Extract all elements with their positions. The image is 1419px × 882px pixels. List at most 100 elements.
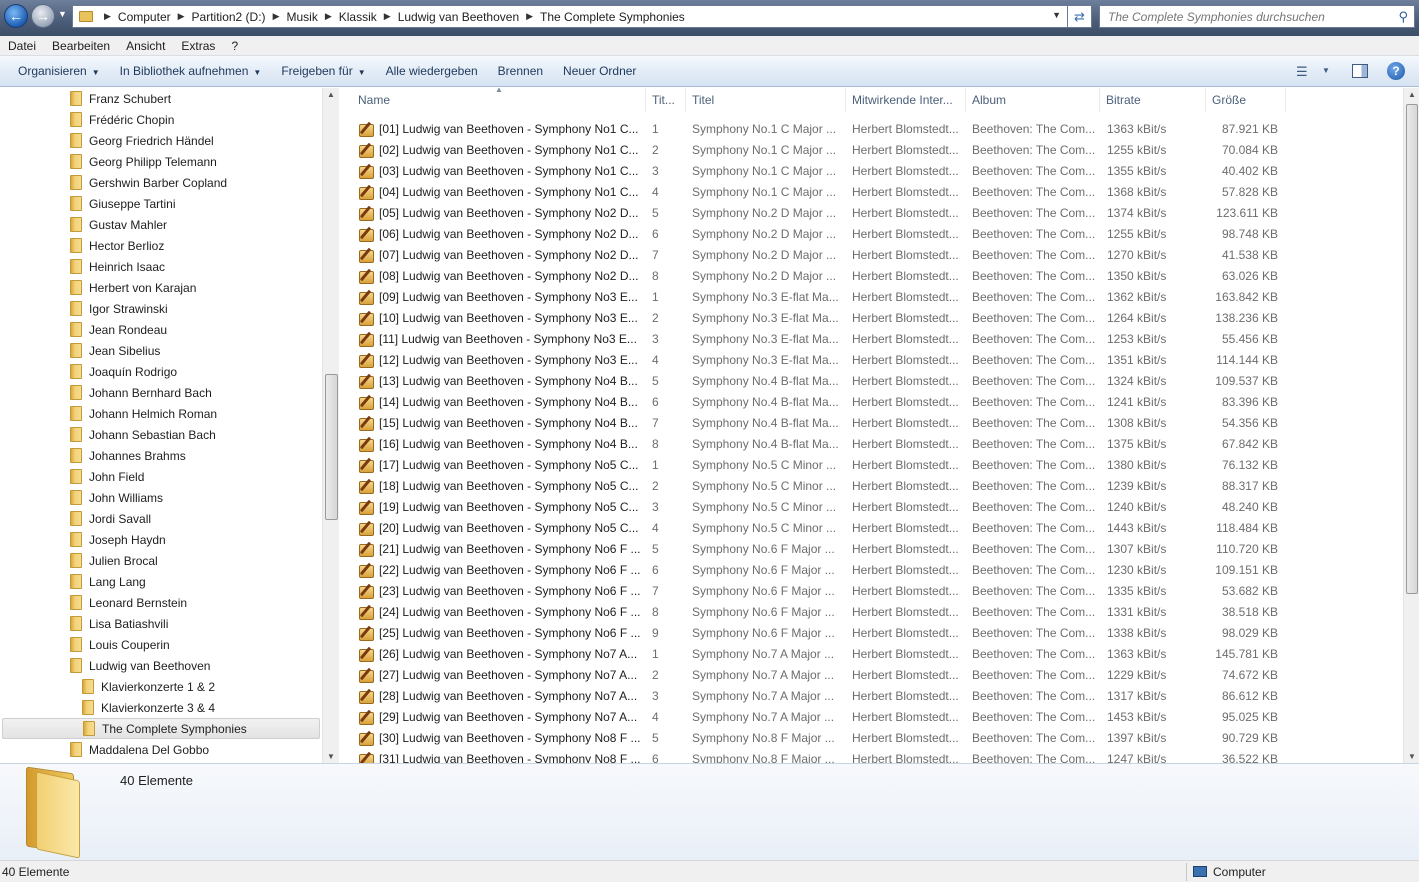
- help-icon[interactable]: ?: [1387, 62, 1405, 80]
- table-row[interactable]: [28] Ludwig van Beethoven - Symphony No7…: [340, 685, 1403, 706]
- scroll-down-arrow[interactable]: ▼: [327, 752, 335, 761]
- recent-pages-dropdown[interactable]: ▼: [58, 9, 67, 19]
- tree-item[interactable]: Lang Lang: [70, 571, 146, 592]
- table-row[interactable]: [03] Ludwig van Beethoven - Symphony No1…: [340, 160, 1403, 181]
- tree-item[interactable]: Klavierkonzerte 3 & 4: [82, 697, 215, 718]
- search-icon[interactable]: ⚲: [1398, 9, 1408, 25]
- back-button[interactable]: ←: [4, 4, 28, 28]
- tree-item[interactable]: Heinrich Isaac: [70, 256, 165, 277]
- preview-pane-icon[interactable]: [1352, 64, 1368, 78]
- forward-button[interactable]: →: [31, 4, 55, 28]
- tree-item[interactable]: Johannes Brahms: [70, 445, 186, 466]
- table-row[interactable]: [22] Ludwig van Beethoven - Symphony No6…: [340, 559, 1403, 580]
- table-row[interactable]: [10] Ludwig van Beethoven - Symphony No3…: [340, 307, 1403, 328]
- tree-item[interactable]: Johann Bernhard Bach: [70, 382, 212, 403]
- tree-item[interactable]: Ludwig van Beethoven: [70, 655, 210, 676]
- table-row[interactable]: [09] Ludwig van Beethoven - Symphony No3…: [340, 286, 1403, 307]
- table-row[interactable]: [01] Ludwig van Beethoven - Symphony No1…: [340, 118, 1403, 139]
- tree-item[interactable]: Frédéric Chopin: [70, 109, 174, 130]
- table-row[interactable]: [19] Ludwig van Beethoven - Symphony No5…: [340, 496, 1403, 517]
- tree-item[interactable]: Julien Brocal: [70, 550, 158, 571]
- breadcrumb-item[interactable]: Partition2 (D:): [192, 10, 266, 24]
- menu-item[interactable]: ?: [223, 39, 246, 53]
- table-row[interactable]: [31] Ludwig van Beethoven - Symphony No8…: [340, 748, 1403, 763]
- search-input[interactable]: [1108, 9, 1388, 24]
- table-row[interactable]: [15] Ludwig van Beethoven - Symphony No4…: [340, 412, 1403, 433]
- tree-item[interactable]: Georg Friedrich Händel: [70, 130, 214, 151]
- breadcrumb-separator-icon[interactable]: ▶: [273, 11, 280, 22]
- tree-item[interactable]: Joseph Haydn: [70, 529, 166, 550]
- breadcrumb-item[interactable]: Klassik: [339, 10, 377, 24]
- table-row[interactable]: [16] Ludwig van Beethoven - Symphony No4…: [340, 433, 1403, 454]
- table-row[interactable]: [13] Ludwig van Beethoven - Symphony No4…: [340, 370, 1403, 391]
- search-box[interactable]: ⚲: [1099, 5, 1415, 28]
- menu-item[interactable]: Ansicht: [118, 39, 173, 53]
- table-row[interactable]: [07] Ludwig van Beethoven - Symphony No2…: [340, 244, 1403, 265]
- tree-item[interactable]: Gustav Mahler: [70, 214, 167, 235]
- scroll-down-arrow[interactable]: ▼: [1408, 752, 1416, 761]
- column-header[interactable]: Album: [966, 88, 1100, 112]
- command-button[interactable]: Alle wiedergeben: [376, 64, 488, 78]
- column-header[interactable]: Bitrate: [1100, 88, 1206, 112]
- tree-item[interactable]: John Williams: [70, 487, 163, 508]
- scroll-thumb[interactable]: [325, 374, 338, 520]
- table-row[interactable]: [11] Ludwig van Beethoven - Symphony No3…: [340, 328, 1403, 349]
- refresh-button[interactable]: ⇄: [1068, 5, 1092, 28]
- tree-item[interactable]: Igor Strawinski: [70, 298, 168, 319]
- tree-item[interactable]: Herbert von Karajan: [70, 277, 196, 298]
- table-row[interactable]: [08] Ludwig van Beethoven - Symphony No2…: [340, 265, 1403, 286]
- tree-item[interactable]: Gershwin Barber Copland: [70, 172, 227, 193]
- table-row[interactable]: [18] Ludwig van Beethoven - Symphony No5…: [340, 475, 1403, 496]
- breadcrumb-item[interactable]: The Complete Symphonies: [540, 10, 685, 24]
- file-list-scrollbar[interactable]: ▲ ▼: [1403, 88, 1419, 763]
- command-button[interactable]: Freigeben für ▼: [271, 64, 375, 78]
- table-row[interactable]: [05] Ludwig van Beethoven - Symphony No2…: [340, 202, 1403, 223]
- tree-item[interactable]: Klavierkonzerte 1 & 2: [82, 676, 215, 697]
- tree-item[interactable]: Jean Rondeau: [70, 319, 167, 340]
- tree-item[interactable]: John Field: [70, 466, 144, 487]
- tree-item[interactable]: Franz Schubert: [70, 88, 171, 109]
- table-row[interactable]: [02] Ludwig van Beethoven - Symphony No1…: [340, 139, 1403, 160]
- breadcrumb-item[interactable]: Musik: [286, 10, 317, 24]
- tree-item[interactable]: Jordi Savall: [70, 508, 151, 529]
- command-button[interactable]: Neuer Ordner: [553, 64, 646, 78]
- view-options-icon[interactable]: ☰: [1296, 64, 1308, 80]
- scroll-up-arrow[interactable]: ▲: [327, 90, 335, 99]
- scroll-thumb[interactable]: [1406, 104, 1418, 594]
- table-row[interactable]: [27] Ludwig van Beethoven - Symphony No7…: [340, 664, 1403, 685]
- breadcrumb-item[interactable]: Ludwig van Beethoven: [398, 10, 519, 24]
- column-header[interactable]: Tit...: [646, 88, 686, 112]
- menu-item[interactable]: Extras: [173, 39, 223, 53]
- column-header[interactable]: Titel: [686, 88, 846, 112]
- tree-item[interactable]: Lisa Batiashvili: [70, 613, 168, 634]
- tree-item[interactable]: Johann Sebastian Bach: [70, 424, 216, 445]
- table-row[interactable]: [20] Ludwig van Beethoven - Symphony No5…: [340, 517, 1403, 538]
- table-row[interactable]: [14] Ludwig van Beethoven - Symphony No4…: [340, 391, 1403, 412]
- table-row[interactable]: [23] Ludwig van Beethoven - Symphony No6…: [340, 580, 1403, 601]
- tree-item[interactable]: Jean Sibelius: [70, 340, 160, 361]
- breadcrumb-separator-icon[interactable]: ▶: [178, 11, 185, 22]
- table-row[interactable]: [21] Ludwig van Beethoven - Symphony No6…: [340, 538, 1403, 559]
- tree-item[interactable]: Hector Berlioz: [70, 235, 164, 256]
- view-dropdown[interactable]: ▼: [1322, 66, 1330, 75]
- address-dropdown[interactable]: ▼: [1052, 10, 1061, 20]
- command-button[interactable]: In Bibliothek aufnehmen ▼: [110, 64, 272, 78]
- column-header[interactable]: Name: [352, 88, 646, 112]
- breadcrumb-separator-icon[interactable]: ▶: [384, 11, 391, 22]
- table-row[interactable]: [17] Ludwig van Beethoven - Symphony No5…: [340, 454, 1403, 475]
- command-button[interactable]: Organisieren ▼: [8, 64, 110, 78]
- tree-item[interactable]: Leonard Bernstein: [70, 592, 187, 613]
- column-header[interactable]: Größe: [1206, 88, 1286, 112]
- tree-item[interactable]: Johann Helmich Roman: [70, 403, 217, 424]
- table-row[interactable]: [29] Ludwig van Beethoven - Symphony No7…: [340, 706, 1403, 727]
- address-bar[interactable]: ▶ Computer ▶ Partition2 (D:) ▶ Musik ▶ Klassik ▶…: [72, 5, 1068, 28]
- column-header[interactable]: Mitwirkende Inter...: [846, 88, 966, 112]
- table-row[interactable]: [04] Ludwig van Beethoven - Symphony No1…: [340, 181, 1403, 202]
- table-row[interactable]: [25] Ludwig van Beethoven - Symphony No6…: [340, 622, 1403, 643]
- scroll-up-arrow[interactable]: ▲: [1408, 90, 1416, 99]
- tree-item[interactable]: The Complete Symphonies: [2, 718, 320, 739]
- breadcrumb-item[interactable]: Computer: [118, 10, 171, 24]
- table-row[interactable]: [06] Ludwig van Beethoven - Symphony No2…: [340, 223, 1403, 244]
- tree-item[interactable]: Georg Philipp Telemann: [70, 151, 217, 172]
- table-row[interactable]: [26] Ludwig van Beethoven - Symphony No7…: [340, 643, 1403, 664]
